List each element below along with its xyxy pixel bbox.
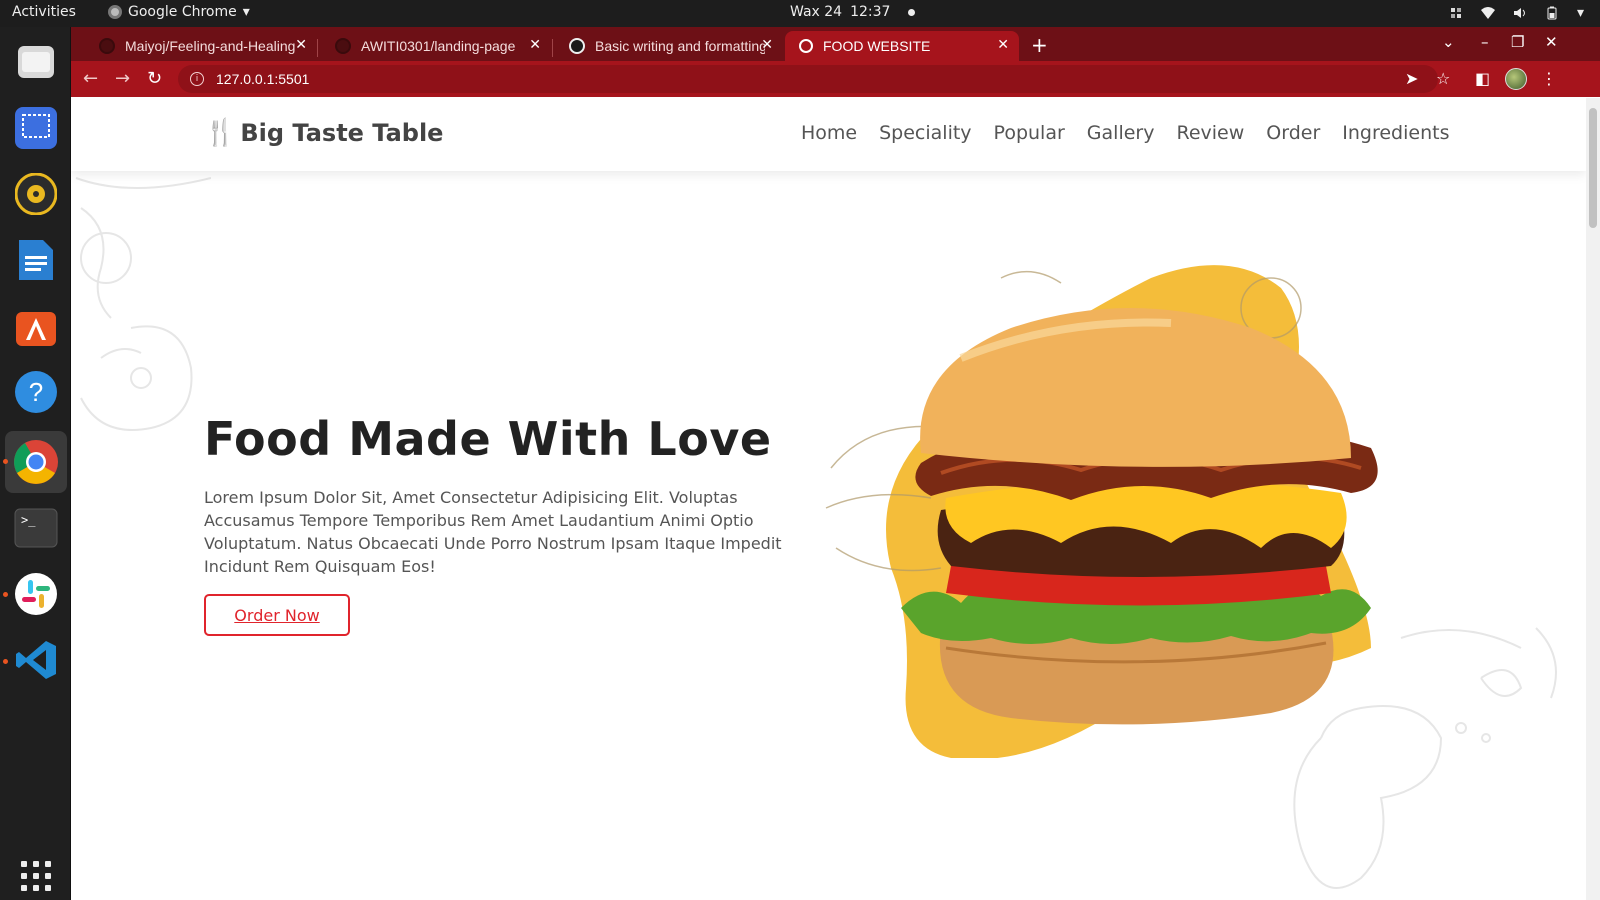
power-menu-caret-icon: ▾ <box>1576 5 1584 21</box>
files-app-icon[interactable] <box>13 39 59 85</box>
tab-title: AWITI0301/landing-page <box>361 38 516 54</box>
app-menu[interactable]: Google Chrome ▾ <box>108 4 250 20</box>
slack-tray-icon <box>1450 8 1461 18</box>
wifi-icon <box>1480 7 1495 19</box>
tab-separator <box>552 39 553 57</box>
scrollbar-thumb[interactable] <box>1589 108 1597 228</box>
site-header: 🍴 Big Taste Table Home Speciality Popula… <box>71 98 1586 171</box>
nav-speciality[interactable]: Speciality <box>879 122 971 144</box>
side-panel-icon[interactable]: ◧ <box>1475 69 1490 88</box>
notification-dot-icon <box>908 8 916 16</box>
url-text: 127.0.0.1:5501 <box>216 71 310 87</box>
new-tab-icon[interactable]: + <box>1031 33 1048 57</box>
tab-1[interactable]: AWITI0301/landing-page ✕ <box>321 31 551 61</box>
page-scrollbar[interactable] <box>1586 98 1600 900</box>
forward-icon[interactable]: → <box>115 68 130 89</box>
dock: ? >_ <box>0 27 71 900</box>
order-now-button[interactable]: Order Now <box>204 594 350 636</box>
reload-icon[interactable]: ↻ <box>147 68 162 89</box>
hero-title: Food Made With Love <box>204 412 772 466</box>
main-nav: Home Speciality Popular Gallery Review O… <box>801 122 1449 144</box>
app-center-icon[interactable] <box>13 303 59 349</box>
tab-title: FOOD WEBSITE <box>823 38 931 54</box>
nav-popular[interactable]: Popular <box>994 122 1065 144</box>
tab-strip: Maiyoj/Feeling-and-Healing ✕ AWITI0301/l… <box>71 27 1600 61</box>
svg-text:>_: >_ <box>21 513 36 527</box>
app-menu-label: Google Chrome <box>128 4 237 20</box>
site-info-icon[interactable]: i <box>190 72 204 86</box>
address-bar[interactable]: i 127.0.0.1:5501 <box>178 65 1438 93</box>
running-indicator-icon <box>3 459 8 464</box>
clock[interactable]: Wax 24 12:37 <box>790 4 916 20</box>
hero-description: Lorem Ipsum Dolor Sit, Amet Consectetur … <box>204 488 782 576</box>
tab-separator <box>317 39 318 57</box>
globe-icon <box>799 39 813 53</box>
show-apps-icon[interactable] <box>21 861 51 891</box>
activities-button[interactable]: Activities <box>12 4 76 20</box>
nav-review[interactable]: Review <box>1176 122 1244 144</box>
browser-toolbar: ← → ↻ i 127.0.0.1:5501 ➤ ☆ ◧ ⋮ <box>71 61 1600 97</box>
terminal-app-icon[interactable]: >_ <box>13 505 59 551</box>
chrome-window: Maiyoj/Feeling-and-Healing ✕ AWITI0301/l… <box>71 27 1600 900</box>
brand-name: Big Taste Table <box>240 119 444 147</box>
tab-title: Maiyoj/Feeling-and-Healing <box>125 38 295 54</box>
vscode-app-icon[interactable] <box>13 637 59 683</box>
chrome-mini-icon <box>108 5 122 19</box>
tab-search-icon[interactable]: ⌄ <box>1442 33 1455 51</box>
close-tab-icon[interactable]: ✕ <box>529 37 541 53</box>
site-logo[interactable]: 🍴 Big Taste Table <box>204 118 443 148</box>
minimize-icon[interactable]: – <box>1481 33 1489 51</box>
nav-ingredients[interactable]: Ingredients <box>1342 122 1449 144</box>
bookmark-star-icon[interactable]: ☆ <box>1436 69 1450 88</box>
writer-app-icon[interactable] <box>13 237 59 283</box>
close-tab-icon[interactable]: ✕ <box>761 37 773 53</box>
github-icon <box>569 38 585 54</box>
burger-hero-image <box>825 265 1378 758</box>
github-icon <box>335 38 351 54</box>
tab-2[interactable]: Basic writing and formatting ✕ <box>555 31 783 61</box>
svg-text:?: ? <box>29 377 43 407</box>
close-tab-icon[interactable]: ✕ <box>295 37 307 53</box>
screenshot-app-icon[interactable] <box>13 105 59 151</box>
profile-avatar[interactable] <box>1505 68 1527 90</box>
nav-gallery[interactable]: Gallery <box>1087 122 1155 144</box>
system-tray[interactable]: ▾ <box>1449 5 1584 21</box>
back-icon[interactable]: ← <box>83 68 98 89</box>
vegetable-doodle-left <box>75 177 211 431</box>
caret-down-icon: ▾ <box>242 4 250 20</box>
github-icon <box>99 38 115 54</box>
close-window-icon[interactable]: ✕ <box>1545 33 1558 51</box>
clock-day: Wax 24 <box>790 4 843 20</box>
clock-time: 12:37 <box>850 4 891 20</box>
running-indicator-icon <box>3 592 8 597</box>
tab-3-active[interactable]: FOOD WEBSITE ✕ <box>785 31 1019 61</box>
chrome-app-icon[interactable] <box>13 439 59 485</box>
running-indicator-icon <box>3 659 8 664</box>
page-viewport: 🍴 Big Taste Table Home Speciality Popula… <box>71 98 1586 900</box>
close-tab-icon[interactable]: ✕ <box>997 37 1009 53</box>
system-top-bar: Activities Google Chrome ▾ Wax 24 12:37 … <box>0 0 1600 27</box>
tab-0[interactable]: Maiyoj/Feeling-and-Healing ✕ <box>85 31 317 61</box>
nav-home[interactable]: Home <box>801 122 857 144</box>
tab-title: Basic writing and formatting <box>595 38 765 54</box>
maximize-icon[interactable]: ❐ <box>1511 33 1524 51</box>
utensils-icon: 🍴 <box>204 118 237 148</box>
share-icon[interactable]: ➤ <box>1405 69 1418 88</box>
battery-icon <box>1547 6 1557 20</box>
rhythmbox-app-icon[interactable] <box>13 171 59 217</box>
nav-order[interactable]: Order <box>1266 122 1320 144</box>
volume-icon <box>1513 8 1525 18</box>
help-app-icon[interactable]: ? <box>13 369 59 415</box>
slack-app-icon[interactable] <box>13 571 59 617</box>
menu-kebab-icon[interactable]: ⋮ <box>1541 69 1557 88</box>
